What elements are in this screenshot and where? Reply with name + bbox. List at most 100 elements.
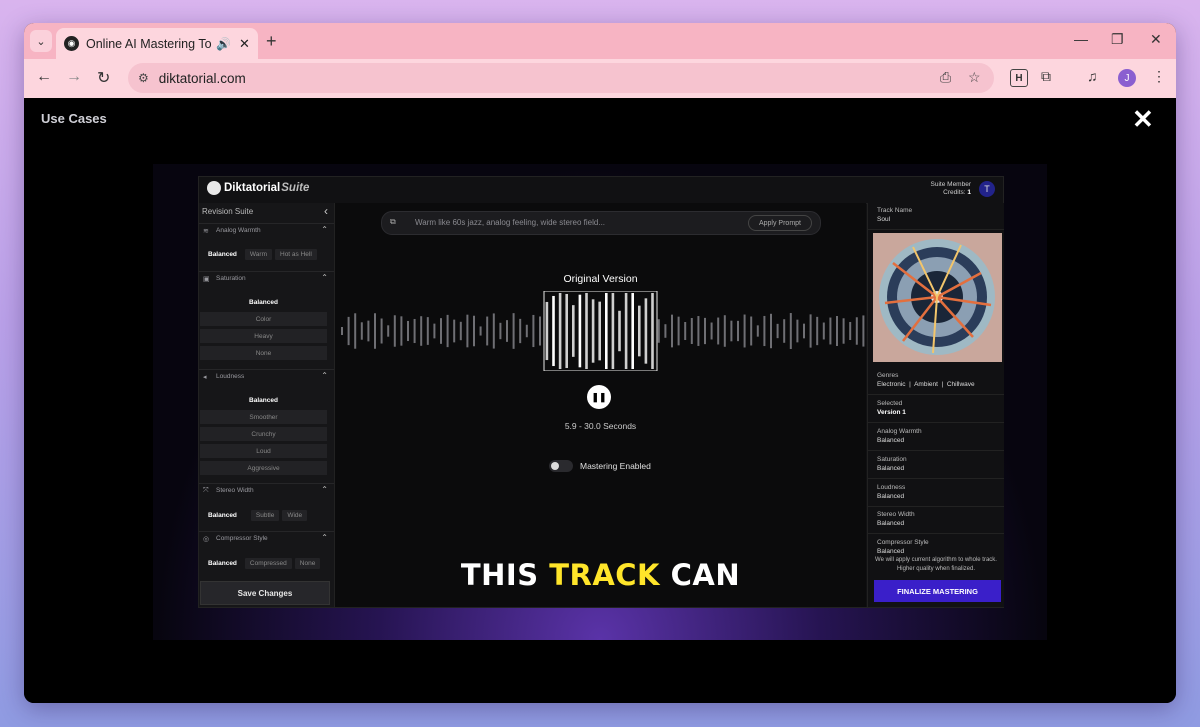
app-header: Diktatorial Suite Suite Member Credits: 1…	[199, 177, 1003, 204]
bookmark-star-icon[interactable]: ☆	[968, 69, 981, 86]
compressor-row: Compressor Style Balanced	[868, 534, 1004, 556]
waveform-bar	[440, 318, 442, 344]
row-value: Balanced	[877, 520, 905, 527]
pause-button[interactable]: ❚❚	[587, 385, 611, 409]
option-none[interactable]: None	[294, 558, 321, 569]
waveform-bar	[473, 315, 475, 347]
section-title: Use Cases	[41, 111, 107, 126]
option-balanced[interactable]: Balanced	[200, 393, 327, 407]
option-smoother[interactable]: Smoother	[200, 410, 327, 424]
option-subtle[interactable]: Subtle	[250, 510, 280, 521]
option-wide[interactable]: Wide	[282, 510, 308, 521]
install-app-icon[interactable]: ⎙	[940, 69, 951, 86]
extension-h-icon[interactable]: H	[1010, 69, 1028, 87]
site-info-icon[interactable]: ⚙	[138, 71, 149, 85]
waveform-bar	[803, 323, 805, 339]
copy-icon[interactable]: ⧉	[390, 217, 396, 227]
option-hot-as-hell[interactable]: Hot as Hell	[275, 249, 317, 260]
option-none[interactable]: None	[200, 346, 327, 360]
reload-icon[interactable]: ↻	[97, 68, 110, 88]
album-art	[873, 233, 1002, 362]
credits-value: 1	[967, 189, 971, 196]
prompt-input[interactable]: ⧉ Warm like 60s jazz, analog feeling, wi…	[381, 211, 821, 235]
active-tab[interactable]: ◉ Online AI Mastering Tool fo 🔊 ✕	[56, 28, 258, 59]
option-balanced[interactable]: Balanced	[203, 510, 242, 521]
new-tab-button[interactable]: +	[266, 31, 277, 52]
section-compressor-style[interactable]: ◎ Compressor Style ⌃	[199, 531, 334, 546]
row-key: Stereo Width	[877, 511, 915, 518]
waveform-bar	[743, 314, 746, 348]
analog-warmth-row: Analog Warmth Balanced	[868, 423, 1004, 451]
waveform-bar	[532, 314, 535, 348]
finalize-mastering-button[interactable]: FINALIZE MASTERING	[874, 580, 1001, 602]
tab-close-icon[interactable]: ✕	[239, 36, 250, 52]
row-value: Balanced	[877, 548, 905, 555]
waveform-bar	[624, 293, 628, 369]
back-icon[interactable]: ←	[36, 68, 52, 86]
video-player[interactable]: Diktatorial Suite Suite Member Credits: 1…	[153, 164, 1047, 640]
waveform-bar	[829, 317, 832, 345]
option-balanced[interactable]: Balanced	[200, 295, 327, 309]
forward-icon[interactable]: →	[66, 68, 82, 86]
media-control-icon[interactable]: ♫	[1087, 68, 1098, 84]
row-key: Analog Warmth	[877, 428, 922, 435]
collapse-chevron-icon[interactable]: ‹	[324, 204, 328, 218]
window-close-icon[interactable]: ✕	[1150, 31, 1162, 48]
waveform[interactable]	[335, 291, 866, 371]
speaker-icon[interactable]: 🔊	[216, 37, 231, 51]
browser-window: ⌄ ◉ Online AI Mastering Tool fo 🔊 ✕ + — …	[24, 23, 1176, 703]
waveform-bar	[539, 316, 541, 346]
option-color[interactable]: Color	[200, 312, 327, 326]
extensions-puzzle-icon[interactable]: ⧉	[1041, 68, 1051, 85]
section-stereo-width[interactable]: ⤧ Stereo Width ⌃	[199, 483, 334, 498]
tab-search-button[interactable]: ⌄	[30, 30, 52, 52]
section-label: Loudness	[216, 373, 245, 380]
option-loud[interactable]: Loud	[200, 444, 327, 458]
apply-prompt-button[interactable]: Apply Prompt	[747, 215, 812, 231]
minimize-icon[interactable]: —	[1074, 31, 1088, 47]
caption-word: CAN	[670, 558, 741, 592]
option-warm[interactable]: Warm	[244, 249, 272, 260]
loudness-icon: ◂	[203, 374, 207, 381]
option-balanced[interactable]: Balanced	[203, 558, 242, 569]
finalize-note: We will apply current algorithm to whole…	[875, 557, 997, 572]
section-label: Stereo Width	[216, 487, 254, 494]
waveform-bar	[631, 293, 634, 369]
mastering-label: Mastering Enabled	[580, 461, 651, 471]
row-key: Selected	[877, 400, 903, 407]
revision-suite-panel: Revision Suite ‹ ≋ Analog Warmth ⌃ Balan…	[199, 203, 335, 607]
genres-row: Genres Electronic | Ambient | Chillwave	[868, 368, 1004, 395]
waveform-bar	[426, 317, 429, 345]
option-balanced[interactable]: Balanced	[203, 249, 242, 260]
member-avatar[interactable]: T	[979, 181, 995, 197]
overlay-close-icon[interactable]: ✕	[1132, 104, 1154, 135]
section-loudness[interactable]: ◂ Loudness ⌃	[199, 369, 334, 384]
waveform-bar	[756, 325, 759, 337]
row-value: Soul	[877, 216, 891, 223]
option-crunchy[interactable]: Crunchy	[200, 427, 327, 441]
waveform-bar	[486, 316, 489, 346]
waveform-bar	[704, 317, 706, 345]
panel-title: Revision Suite	[202, 207, 254, 216]
option-heavy[interactable]: Heavy	[200, 329, 327, 343]
waveform-bar	[723, 315, 726, 347]
video-caption: THIS TRACK CAN	[335, 558, 866, 592]
waveform-bar	[638, 305, 641, 357]
address-bar[interactable]: ⚙ diktatorial.com ⎙ ☆	[128, 63, 994, 93]
chevron-up-icon: ⌃	[321, 371, 328, 380]
restore-icon[interactable]: ❐	[1111, 31, 1124, 48]
stereo-width-row: Stereo Width Balanced	[868, 506, 1004, 534]
track-name-row: Track Name Soul	[868, 203, 1004, 230]
section-analog-warmth[interactable]: ≋ Analog Warmth ⌃	[199, 223, 334, 238]
option-compressed[interactable]: Compressed	[244, 558, 292, 569]
row-key: Loudness	[877, 484, 906, 491]
waveform-bar	[651, 293, 654, 369]
save-changes-button[interactable]: Save Changes	[200, 581, 330, 605]
waveform-bar	[453, 319, 456, 343]
section-saturation[interactable]: ▣ Saturation ⌃	[199, 271, 334, 286]
mastering-toggle[interactable]	[549, 460, 573, 472]
profile-avatar[interactable]: J	[1118, 69, 1136, 87]
waveform-bar	[796, 319, 799, 343]
menu-kebab-icon[interactable]: ⋮	[1152, 68, 1166, 85]
option-aggressive[interactable]: Aggressive	[200, 461, 327, 475]
